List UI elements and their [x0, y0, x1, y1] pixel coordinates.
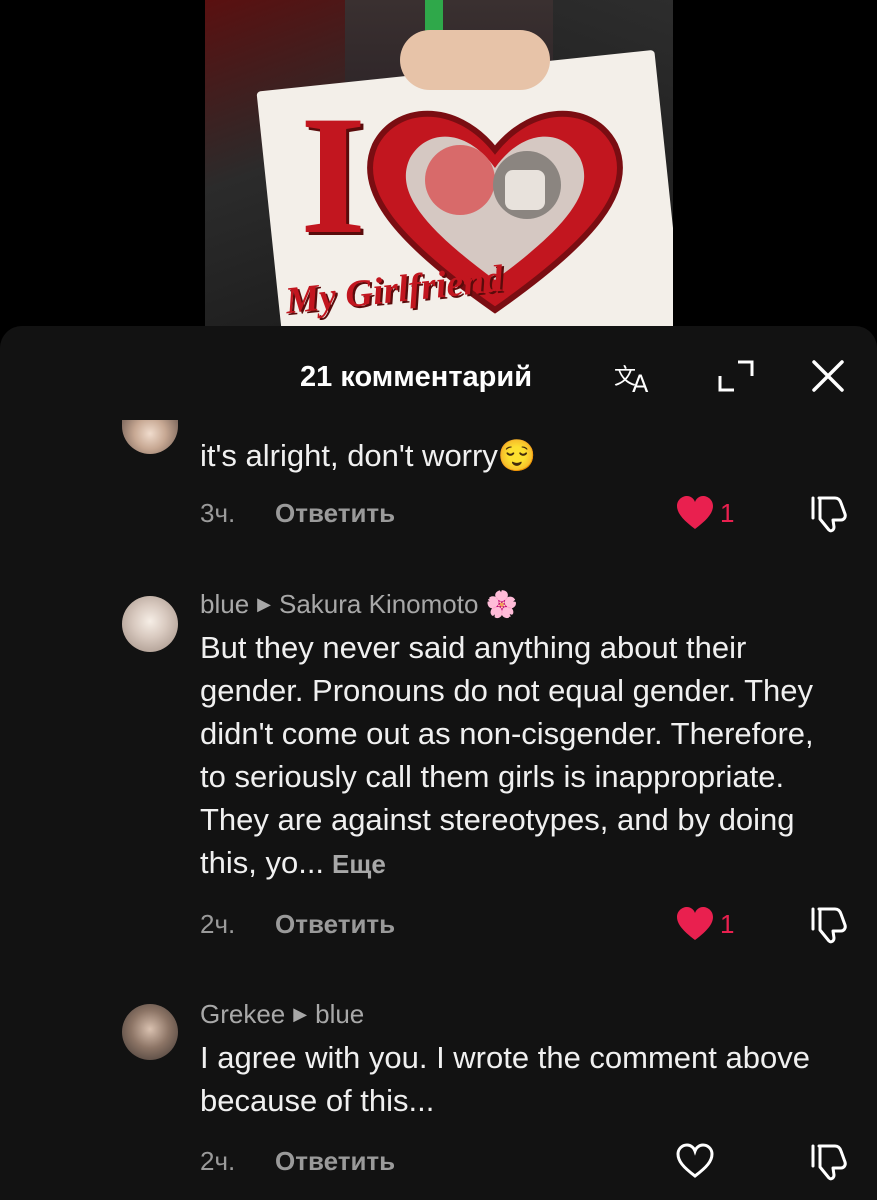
comment-time: 2ч. [200, 1146, 236, 1176]
comments-sheet: 21 комментарий 文 A it's alright, don't w… [0, 326, 877, 1200]
reply-button[interactable]: Ответить [275, 498, 395, 529]
comment-text: I agree with you. I wrote the comment ab… [200, 1040, 810, 1118]
reply-arrow-icon: ▶ [257, 594, 271, 614]
comment-meta: blue ▶ Sakura Kinomoto 🌸 [200, 589, 518, 620]
comment-text: But they never said anything about their… [200, 626, 840, 886]
reply-arrow-icon: ▶ [293, 1004, 308, 1024]
reply-to-user[interactable]: blue [315, 999, 364, 1029]
dislike-icon[interactable] [807, 492, 849, 534]
translate-icon[interactable]: 文 A [612, 356, 652, 396]
like-count: 1 [720, 498, 735, 528]
comment-author[interactable]: Grekee [200, 999, 285, 1029]
comment-text: it's alright, don't worry😌 [200, 438, 537, 473]
heart-filled-icon[interactable] [675, 494, 715, 532]
comment-time: 3ч. [200, 498, 236, 528]
comment-meta: Grekee ▶ blue [200, 999, 364, 1030]
more-button[interactable]: Еще [332, 849, 386, 879]
reply-button[interactable]: Ответить [275, 1146, 395, 1177]
close-icon[interactable] [808, 356, 848, 396]
reply-to-user[interactable]: Sakura Kinomoto 🌸 [279, 589, 518, 619]
expand-icon[interactable] [716, 356, 756, 396]
dislike-icon[interactable] [807, 1140, 849, 1182]
comment-time: 2ч. [200, 909, 236, 939]
comment-actions: 2ч. Ответить 1 [200, 907, 860, 949]
avatar[interactable] [122, 596, 178, 652]
comment-author[interactable]: blue [200, 589, 249, 619]
comment-actions: 2ч. Ответить [200, 1143, 860, 1186]
hand [400, 30, 550, 90]
heart-outline-icon[interactable] [675, 1142, 715, 1180]
svg-text:A: A [632, 370, 649, 396]
heart-filled-icon[interactable] [675, 905, 715, 943]
like-count: 1 [720, 909, 735, 939]
video-preview[interactable]: I My Girlfriend [0, 0, 877, 330]
sign-letter: I [300, 81, 367, 269]
comments-title: 21 комментарий [300, 361, 533, 393]
avatar[interactable] [122, 420, 178, 454]
dislike-icon[interactable] [807, 903, 849, 945]
reply-button[interactable]: Ответить [275, 909, 395, 940]
comment-body: But they never said anything about their… [200, 630, 814, 880]
comment-actions: 3ч. Ответить 1 [200, 496, 860, 538]
comments-header: 21 комментарий 文 A [0, 326, 877, 426]
video-frame: I My Girlfriend [205, 0, 673, 330]
avatar[interactable] [122, 1004, 178, 1060]
